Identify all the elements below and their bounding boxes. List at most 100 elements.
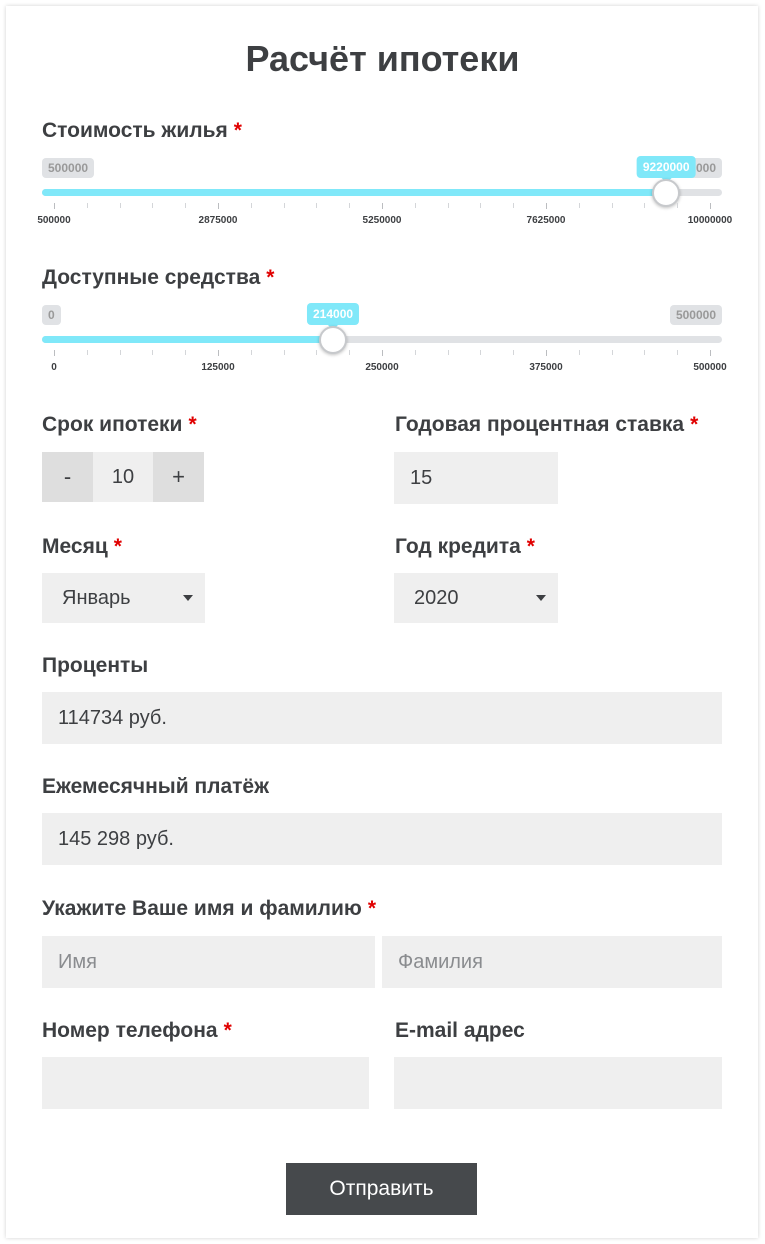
- last-name-input[interactable]: [382, 936, 722, 988]
- year-label: Год кредита *: [395, 535, 535, 558]
- price-tick-label: 5250000: [362, 215, 402, 226]
- funds-tick-mark: [513, 350, 515, 355]
- price-tick-mark: [283, 203, 285, 208]
- funds-tick-mark: [644, 350, 646, 355]
- price-tick-mark: [513, 203, 515, 208]
- funds-slider[interactable]: 0 500000 214000 0 125000 250000 375000 50000…: [42, 303, 727, 425]
- funds-track[interactable]: [42, 336, 722, 343]
- month-selected-value: Январь: [62, 587, 131, 609]
- price-track[interactable]: [42, 189, 722, 196]
- price-tick-label: 2875000: [198, 215, 238, 226]
- price-tick-label: 500000: [37, 215, 71, 226]
- funds-tick-mark: [546, 350, 547, 356]
- funds-current-badge: 214000: [307, 303, 360, 330]
- funds-tick-mark: [710, 350, 711, 356]
- funds-tick-mark: [611, 350, 613, 355]
- name-label: Укажите Ваше имя и фамилию *: [42, 897, 377, 920]
- price-tick-label: 7625000: [526, 215, 566, 226]
- interest-label: Проценты: [42, 654, 149, 677]
- funds-tick-mark: [250, 350, 252, 355]
- term-label: Срок ипотеки *: [42, 413, 197, 436]
- interest-output: 114734 руб.: [42, 692, 722, 744]
- price-tick-mark: [54, 203, 55, 209]
- funds-tick-mark: [283, 350, 285, 355]
- funds-tick-mark: [152, 350, 154, 355]
- funds-tick-label: 250000: [365, 362, 399, 373]
- price-tick-mark: [677, 203, 679, 208]
- required-mark: *: [113, 535, 122, 558]
- year-select[interactable]: 2020: [394, 573, 558, 623]
- price-fill: [42, 189, 667, 196]
- term-increment-button[interactable]: +: [153, 452, 204, 502]
- first-name-input[interactable]: [42, 936, 375, 988]
- email-label: E-mail адрес: [395, 1019, 525, 1042]
- phone-input[interactable]: [42, 1057, 369, 1109]
- price-min-badge: 500000: [42, 158, 95, 178]
- price-tick-mark: [578, 203, 580, 208]
- price-tick-mark: [611, 203, 613, 208]
- price-tick-mark: [316, 203, 318, 208]
- funds-tick-mark: [578, 350, 580, 355]
- price-tick-mark: [119, 203, 121, 208]
- price-tick-label: 10000000: [687, 215, 733, 226]
- funds-tick-mark: [54, 350, 55, 356]
- rate-input[interactable]: 15: [394, 452, 558, 504]
- funds-tick-mark: [677, 350, 679, 355]
- payment-label: Ежемесячный платёж: [42, 775, 270, 798]
- caret-down-icon: [183, 595, 193, 601]
- price-tick-mark: [710, 203, 711, 209]
- caret-down-icon: [536, 595, 546, 601]
- submit-button[interactable]: Отправить: [286, 1163, 477, 1215]
- term-value[interactable]: 10: [93, 452, 153, 502]
- price-tick-mark: [546, 203, 547, 209]
- price-tick-mark: [218, 203, 219, 209]
- funds-tick-mark: [316, 350, 318, 355]
- price-tick-mark: [250, 203, 252, 208]
- price-tick-mark: [349, 203, 351, 208]
- price-tick-mark: [447, 203, 449, 208]
- price-slider[interactable]: 500000 10000000 9220000 500000 2875000 525…: [37, 156, 732, 278]
- funds-tick-mark: [119, 350, 121, 355]
- required-mark: *: [233, 119, 242, 142]
- required-mark: *: [367, 897, 377, 920]
- phone-label: Номер телефона *: [42, 1019, 232, 1042]
- year-selected-value: 2020: [414, 587, 459, 609]
- funds-tick-mark: [86, 350, 88, 355]
- funds-tick-label: 125000: [201, 362, 235, 373]
- funds-tick-mark: [185, 350, 187, 355]
- price-tick-mark: [86, 203, 88, 208]
- required-mark: *: [188, 413, 197, 436]
- rate-label: Годовая процентная ставка *: [395, 413, 699, 436]
- price-tick-mark: [480, 203, 482, 208]
- term-decrement-button[interactable]: -: [42, 452, 93, 502]
- price-current-badge: 9220000: [636, 156, 696, 183]
- required-mark: *: [690, 413, 699, 436]
- funds-fill: [42, 336, 334, 343]
- email-input[interactable]: [394, 1057, 722, 1109]
- price-tick-mark: [185, 203, 187, 208]
- funds-tick-label: 375000: [529, 362, 563, 373]
- page-title: Расчёт ипотеки: [245, 38, 520, 79]
- funds-label: Доступные средства *: [42, 266, 275, 289]
- payment-output: 145 298 руб.: [42, 813, 722, 865]
- funds-tick-mark: [349, 350, 351, 355]
- funds-tick-mark: [218, 350, 219, 356]
- price-tick-mark: [382, 203, 383, 209]
- funds-tick-mark: [382, 350, 383, 356]
- required-mark: *: [526, 535, 535, 558]
- required-mark: *: [223, 1019, 232, 1042]
- price-tick-mark: [152, 203, 154, 208]
- month-select[interactable]: Январь: [42, 573, 205, 623]
- funds-handle[interactable]: [319, 326, 348, 354]
- price-handle[interactable]: [652, 179, 681, 207]
- month-label: Месяц *: [42, 535, 122, 558]
- required-mark: *: [266, 266, 275, 289]
- funds-max-badge: 500000: [669, 305, 722, 325]
- funds-tick-mark: [480, 350, 482, 355]
- funds-tick-label: 500000: [693, 362, 727, 373]
- price-label: Стоимость жилья *: [42, 119, 242, 142]
- funds-min-badge: 0: [42, 305, 61, 325]
- price-tick-mark: [414, 203, 416, 208]
- funds-tick-mark: [447, 350, 449, 355]
- price-tick-mark: [644, 203, 646, 208]
